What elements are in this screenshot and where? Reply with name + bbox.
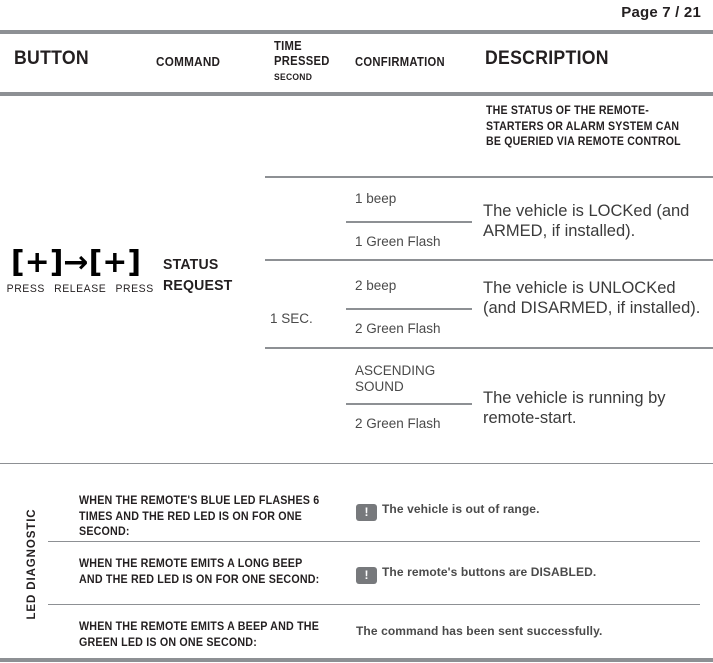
inner-rule-1 (346, 221, 472, 223)
page-bottom-rule (0, 658, 713, 662)
warning-icon: ! (356, 504, 377, 521)
led-section-top-rule (0, 463, 713, 465)
inner-rule-2 (346, 308, 472, 310)
led-rule-2 (48, 604, 700, 606)
inner-rule-3 (346, 403, 472, 405)
section-rule-3 (265, 347, 713, 349)
description-3: The vehicle is running by remote-start. (483, 389, 666, 427)
section-rule-1 (265, 176, 713, 178)
led-result-text-1: The vehicle is out of range. (382, 502, 540, 516)
led-condition-3: WHEN THE REMOTE EMITS A BEEP AND THE GRE… (79, 621, 320, 649)
table-header-row: BUTTON COMMAND TIME PRESSED SECOND CONFI… (0, 34, 713, 92)
button-legend: PRESS RELEASE PRESS (4, 283, 154, 295)
arrow-right-icon: → (63, 245, 89, 280)
button-legend-press-2: PRESS (115, 283, 154, 295)
button-plus-icon-1: [+] (10, 245, 64, 280)
button-legend-press-1: PRESS (6, 283, 45, 295)
description-2: The vehicle is UNLOCKed (and DISARMED, i… (483, 279, 701, 317)
led-result-1: ! The vehicle is out of range. (356, 501, 686, 521)
column-header-time-line2: PRESSED (274, 54, 330, 68)
column-header-description: DESCRIPTION (485, 48, 609, 69)
column-header-time-line1: TIME (274, 39, 302, 53)
page-number: Page 7 / 21 (621, 4, 701, 21)
confirmation-1-bottom: 1 Green Flash (355, 234, 441, 249)
button-sequence-icon: [+]→[+] (0, 246, 152, 280)
column-header-time-unit: SECOND (274, 72, 313, 83)
column-header-command: COMMAND (156, 54, 221, 69)
column-header-time-pressed: TIME PRESSED SECOND (274, 39, 330, 85)
warning-icon: ! (356, 567, 377, 584)
confirmation-3-top: ASCENDING SOUND (355, 363, 436, 394)
column-header-confirmation: CONFIRMATION (355, 55, 445, 69)
led-result-2: ! The remote's buttons are DISABLED. (356, 564, 686, 584)
description-1: The vehicle is LOCKed (and ARMED, if ins… (483, 202, 690, 240)
button-cell: [+]→[+] PRESS RELEASE PRESS (0, 246, 154, 296)
button-plus-icon-2: [+] (88, 245, 142, 280)
button-legend-release: RELEASE (54, 283, 107, 295)
led-rule-1 (48, 541, 700, 543)
confirmation-2-top: 2 beep (355, 278, 397, 293)
table-body: [+]→[+] PRESS RELEASE PRESS STATUS REQUE… (0, 96, 713, 463)
led-condition-2: WHEN THE REMOTE EMITS A LONG BEEP AND TH… (79, 558, 320, 586)
column-header-button: BUTTON (14, 48, 89, 69)
time-pressed-cell: 1 SEC. (270, 311, 313, 326)
confirmation-3-bottom: 2 Green Flash (355, 416, 441, 431)
page-header: Page 7 / 21 (0, 0, 713, 30)
led-result-text-2: The remote's buttons are DISABLED. (382, 565, 597, 579)
command-cell: STATUS REQUEST (163, 256, 233, 294)
led-diagnostic-section: LED DIAGNOSTIC WHEN THE REMOTE'S BLUE LE… (0, 463, 713, 658)
section-rule-2 (265, 259, 713, 261)
led-condition-1: WHEN THE REMOTE'S BLUE LED FLASHES 6 TIM… (79, 495, 320, 538)
led-diagnostic-label: LED DIAGNOSTIC (26, 508, 38, 620)
led-result-3: The command has been sent successfully. (356, 623, 686, 639)
confirmation-2-bottom: 2 Green Flash (355, 321, 441, 336)
intro-description: THE STATUS OF THE REMOTE-STARTERS OR ALA… (486, 105, 681, 148)
confirmation-1-top: 1 beep (355, 191, 397, 206)
led-result-text-3: The command has been sent successfully. (356, 624, 603, 638)
